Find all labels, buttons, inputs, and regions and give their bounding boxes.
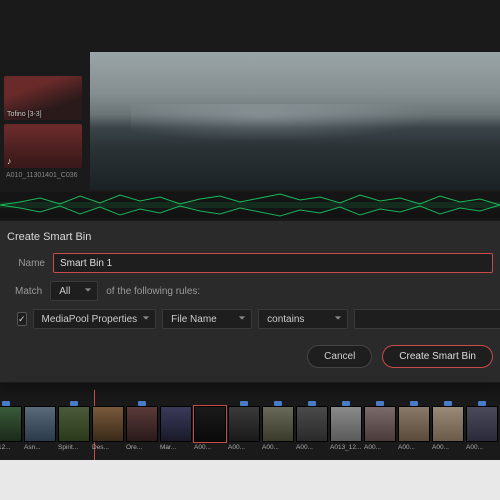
workspace: Tofino [3-3] ♪ A010_11301401_C036 Create… (0, 0, 500, 500)
clip-label: Tofino [3-3] (7, 111, 42, 118)
timeline-clip-label: Ore... (126, 444, 158, 451)
source-viewer[interactable] (90, 52, 500, 190)
timeline-clip-thumb (0, 406, 22, 442)
timeline-clip[interactable]: A00... (398, 406, 430, 451)
timeline-clip-thumb (398, 406, 430, 442)
timeline-clip[interactable]: A00... (262, 406, 294, 451)
match-prefix: Match (15, 286, 42, 297)
timeline-clip-thumb (126, 406, 158, 442)
timeline-clip[interactable]: A00... (228, 406, 260, 451)
timeline-clip-label: Des... (92, 444, 124, 451)
create-smart-bin-dialog: Create Smart Bin Name Match All of the f… (0, 220, 500, 383)
cancel-button[interactable]: Cancel (307, 345, 372, 368)
timeline-clip-label: A012... (0, 444, 22, 451)
media-clip[interactable]: ♪ (4, 124, 82, 168)
timeline-clip-thumb (58, 406, 90, 442)
timeline-thumbnails[interactable]: A012...Asn...Spirit...Des...Ore...Mar...… (0, 406, 500, 460)
timeline-clip-label: Mar... (160, 444, 192, 451)
timeline-clip-thumb (466, 406, 498, 442)
timeline-clip[interactable]: A00... (432, 406, 464, 451)
timeline-clip[interactable]: A00... (466, 406, 498, 451)
timeline-clip[interactable]: Asn... (24, 406, 56, 451)
timeline-clip[interactable]: A00... (194, 406, 226, 451)
timeline-clip-label: Asn... (24, 444, 56, 451)
rule-property-select[interactable]: File Name (162, 309, 252, 329)
timeline-clip[interactable]: A00... (364, 406, 396, 451)
timeline-clip-thumb (92, 406, 124, 442)
match-mode-select[interactable]: All (50, 281, 98, 301)
timeline-clip-label: A00... (228, 444, 260, 451)
timeline-clip-thumb (296, 406, 328, 442)
timeline-clip-label: A00... (466, 444, 498, 451)
media-clip[interactable]: Tofino [3-3] (4, 76, 82, 120)
match-mode-value: All (59, 286, 70, 297)
timeline-clip[interactable]: A013_12... (330, 406, 362, 451)
chevron-down-icon (142, 314, 150, 325)
match-suffix: of the following rules: (106, 286, 200, 297)
timeline-clip-thumb (364, 406, 396, 442)
rule-enabled-checkbox[interactable] (17, 312, 27, 326)
timeline-clip-label: A00... (364, 444, 396, 451)
timeline-clip-label: A00... (194, 444, 226, 451)
bottom-margin (0, 460, 500, 500)
rule-property-group-select[interactable]: MediaPool Properties (33, 309, 157, 329)
timeline-clip-thumb (194, 406, 226, 442)
viewer-image (90, 52, 500, 190)
timeline-clip[interactable]: Ore... (126, 406, 158, 451)
timeline-clip-label: A013_12... (330, 444, 362, 451)
timeline-clip[interactable]: Mar... (160, 406, 192, 451)
timeline-clip[interactable]: Spirit... (58, 406, 90, 451)
timeline-clip-label: A00... (296, 444, 328, 451)
timeline-clip-thumb (228, 406, 260, 442)
name-label: Name (7, 258, 45, 269)
name-input[interactable] (53, 253, 493, 273)
timeline-clip-thumb (262, 406, 294, 442)
media-pool-panel: Tofino [3-3] ♪ A010_11301401_C036 (0, 72, 85, 183)
timeline-clip-thumb (432, 406, 464, 442)
chevron-down-icon (84, 286, 92, 297)
chevron-down-icon (238, 314, 246, 325)
timeline-clip-label: Spirit... (58, 444, 90, 451)
chevron-down-icon (334, 314, 342, 325)
rule-row: MediaPool Properties File Name contains … (7, 309, 493, 329)
dialog-title: Create Smart Bin (7, 231, 493, 243)
clip-filename: A010_11301401_C036 (4, 172, 81, 179)
timeline-clip[interactable]: A00... (296, 406, 328, 451)
create-smart-bin-button[interactable]: Create Smart Bin (382, 345, 493, 368)
rule-property-value: File Name (171, 314, 217, 325)
timeline-clip-thumb (160, 406, 192, 442)
timeline-clip-label: A00... (262, 444, 294, 451)
rule-operator-select[interactable]: contains (258, 309, 348, 329)
rule-property-group-value: MediaPool Properties (42, 314, 138, 325)
timeline-clip[interactable]: Des... (92, 406, 124, 451)
timeline-clip-label: A00... (398, 444, 430, 451)
music-note-icon: ♪ (7, 156, 12, 166)
timeline-clip-label: A00... (432, 444, 464, 451)
timeline-clip[interactable]: A012... (0, 406, 22, 451)
audio-waveform[interactable] (0, 192, 500, 218)
timeline-clip-thumb (24, 406, 56, 442)
timeline-clip-thumb (330, 406, 362, 442)
rule-operator-value: contains (267, 314, 304, 325)
rule-value-input[interactable] (354, 309, 500, 329)
